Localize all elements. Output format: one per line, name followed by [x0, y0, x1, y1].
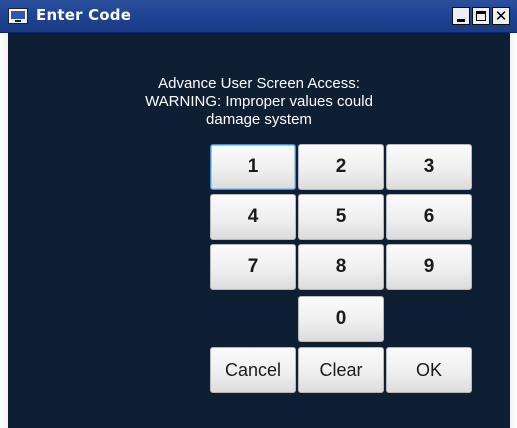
- app-window-icon: [8, 8, 28, 24]
- title-bar[interactable]: Enter Code ✕: [0, 0, 517, 33]
- key-5-button[interactable]: 5: [298, 194, 384, 240]
- warning-line-2: WARNING: Improper values could: [145, 93, 373, 110]
- clear-button[interactable]: Clear: [298, 347, 384, 393]
- maximize-button[interactable]: [472, 7, 490, 25]
- key-7-button[interactable]: 7: [210, 244, 296, 290]
- minimize-icon: [457, 19, 465, 22]
- window-border-right: [510, 33, 517, 428]
- close-button[interactable]: ✕: [492, 7, 510, 25]
- warning-message: Advance User Screen Access: WARNING: Imp…: [8, 75, 510, 129]
- window-title: Enter Code: [36, 6, 132, 24]
- warning-line-1: Advance User Screen Access:: [158, 75, 360, 92]
- window-border-left: [0, 33, 8, 428]
- minimize-button[interactable]: [452, 7, 470, 25]
- keypad-panel: Advance User Screen Access: WARNING: Imp…: [8, 33, 510, 428]
- close-icon: ✕: [494, 7, 508, 25]
- key-4-button[interactable]: 4: [210, 194, 296, 240]
- warning-line-3: damage system: [206, 111, 312, 128]
- key-1-button[interactable]: 1: [210, 144, 296, 190]
- key-9-button[interactable]: 9: [386, 244, 472, 290]
- key-3-button[interactable]: 3: [386, 144, 472, 190]
- key-2-button[interactable]: 2: [298, 144, 384, 190]
- key-0-button[interactable]: 0: [298, 296, 384, 342]
- maximize-icon: [476, 11, 486, 21]
- key-8-button[interactable]: 8: [298, 244, 384, 290]
- enter-code-window: Enter Code ✕ Advance User Screen Access:…: [0, 0, 517, 428]
- cancel-button[interactable]: Cancel: [210, 347, 296, 393]
- key-6-button[interactable]: 6: [386, 194, 472, 240]
- ok-button[interactable]: OK: [386, 347, 472, 393]
